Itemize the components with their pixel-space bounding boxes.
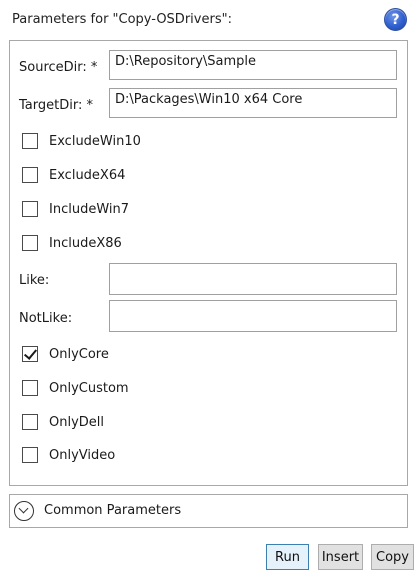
insert-button[interactable]: Insert (318, 544, 363, 570)
common-parameters-label: Common Parameters (44, 503, 182, 518)
sourcedir-label: SourceDir: * (19, 60, 98, 75)
onlycore-label: OnlyCore (49, 346, 109, 362)
includewin7-checkbox[interactable] (22, 201, 38, 217)
targetdir-label: TargetDir: * (19, 98, 93, 113)
onlycustom-checkbox[interactable] (22, 380, 38, 396)
dialog-title: Parameters for "Copy-OSDrivers": (12, 12, 232, 27)
includewin7-checkbox-row[interactable]: IncludeWin7 (22, 199, 129, 219)
onlyvideo-checkbox[interactable] (22, 447, 38, 463)
notlike-label: NotLike: (19, 311, 73, 326)
like-row: Like: (10, 263, 407, 297)
excludewin10-checkbox-row[interactable]: ExcludeWin10 (22, 131, 141, 151)
includex86-checkbox[interactable] (22, 235, 38, 251)
notlike-input[interactable] (109, 300, 397, 332)
onlydell-label: OnlyDell (49, 414, 105, 430)
sourcedir-input[interactable]: D:\Repository\Sample (109, 50, 397, 80)
excludex64-checkbox-row[interactable]: ExcludeX64 (22, 165, 125, 185)
help-icon[interactable]: ? (384, 8, 407, 31)
onlyvideo-label: OnlyVideo (49, 447, 116, 463)
onlycustom-label: OnlyCustom (49, 380, 129, 396)
excludex64-label: ExcludeX64 (49, 167, 126, 183)
copy-button[interactable]: Copy (371, 544, 414, 570)
excludewin10-checkbox[interactable] (22, 133, 38, 149)
excludewin10-label: ExcludeWin10 (49, 133, 141, 149)
chevron-down-circle-icon[interactable] (14, 501, 34, 521)
onlycustom-checkbox-row[interactable]: OnlyCustom (22, 378, 129, 398)
onlycore-checkbox-row[interactable]: OnlyCore (22, 344, 109, 364)
common-parameters-expander[interactable]: Common Parameters (9, 494, 408, 528)
run-button[interactable]: Run (266, 544, 309, 570)
onlyvideo-checkbox-row[interactable]: OnlyVideo (22, 445, 115, 465)
parameters-panel: SourceDir: * D:\Repository\Sample Target… (9, 40, 408, 486)
notlike-row: NotLike: (10, 300, 407, 334)
sourcedir-row: SourceDir: * D:\Repository\Sample (10, 50, 407, 84)
excludex64-checkbox[interactable] (22, 167, 38, 183)
targetdir-input[interactable]: D:\Packages\Win10 x64 Core (109, 88, 397, 118)
includex86-label: IncludeX86 (49, 235, 122, 251)
includex86-checkbox-row[interactable]: IncludeX86 (22, 233, 122, 253)
includewin7-label: IncludeWin7 (49, 201, 130, 217)
onlydell-checkbox[interactable] (22, 414, 38, 430)
like-label: Like: (19, 273, 50, 288)
targetdir-row: TargetDir: * D:\Packages\Win10 x64 Core (10, 88, 407, 122)
onlycore-checkbox[interactable] (22, 346, 38, 362)
onlydell-checkbox-row[interactable]: OnlyDell (22, 412, 104, 432)
like-input[interactable] (109, 263, 397, 295)
